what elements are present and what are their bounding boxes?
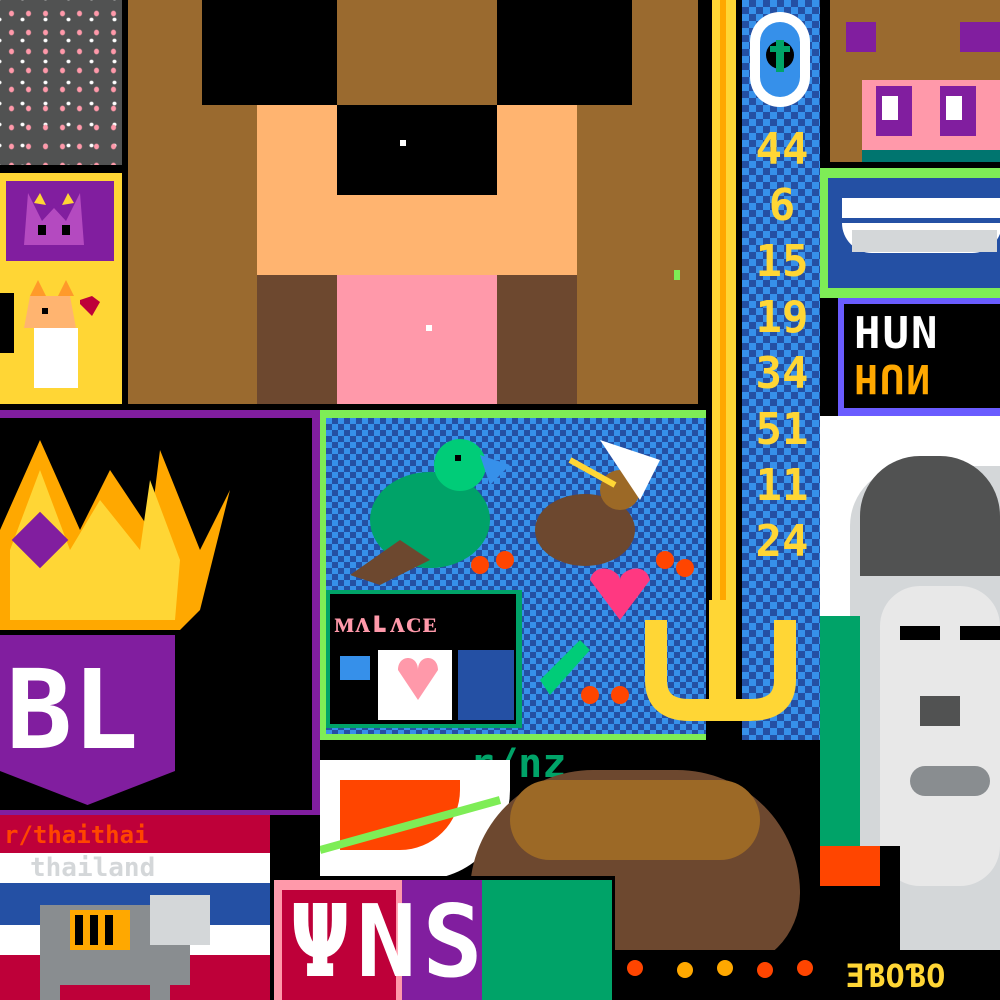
thailand-flag-artwork: r/thaithai thailand (0, 815, 270, 1000)
noise-pattern-tile (0, 0, 122, 165)
number-label: 15 (755, 236, 809, 287)
wns-tile: ΨNS (270, 876, 615, 1000)
number-label: 24 (755, 516, 809, 567)
emblem-icon (766, 40, 794, 72)
bl-text: BL (6, 646, 139, 774)
portrait-artwork (820, 416, 1000, 1000)
fox-heart-icon (24, 280, 100, 388)
purple-cat-icon (24, 193, 84, 245)
number-label: 19 (755, 292, 809, 343)
navy-logo-tile (820, 168, 1000, 298)
bottom-right-strip: ƎƁՕƁՕ (615, 950, 1000, 1000)
minecraft-face-artwork (122, 0, 706, 410)
divider-strip (0, 165, 122, 173)
wns-text: ΨNS (290, 883, 489, 1000)
bottom-right-text: ƎƁՕƁՕ (845, 957, 947, 995)
hellmo-inset: ᴍᴧʟᴧᴄᴇ (326, 590, 522, 728)
number-label: 44 (755, 124, 809, 175)
fox-heart-tile (0, 268, 122, 404)
number-label: 51 (755, 404, 809, 455)
hun-reflection-text: HUN (854, 355, 933, 401)
trident-head-icon (645, 600, 796, 721)
flower-icon (627, 960, 813, 978)
number-label: 6 (768, 180, 796, 231)
fox-face-artwork (820, 0, 1000, 168)
purple-character-tile (0, 173, 122, 268)
elephant-icon (40, 895, 210, 1000)
hun-text: HUN (854, 308, 940, 359)
bl-crown-artwork: BL (0, 410, 320, 815)
hun-tile: HUN HUN (838, 298, 1000, 416)
number-label: 11 (755, 460, 809, 511)
number-label: 34 (755, 348, 809, 399)
number-column: 44 6 15 19 34 51 11 24 (750, 128, 814, 576)
